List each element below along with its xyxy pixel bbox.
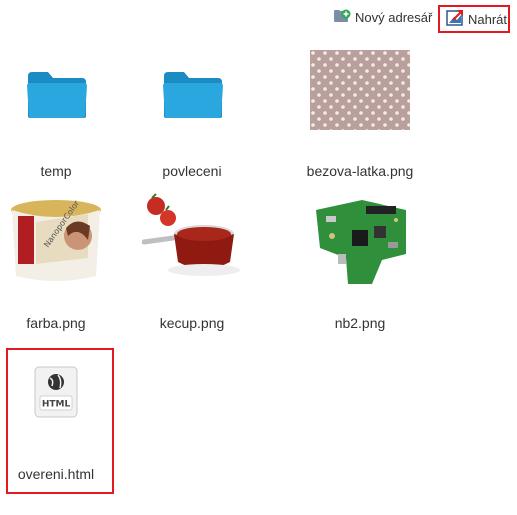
image-thumbnail: NanoporColor [8,196,104,287]
file-name: farba.png [26,315,86,331]
file-name: temp [40,163,72,179]
file-item-povleceni[interactable]: povleceni [122,50,262,190]
file-item-overeni[interactable]: HTML overeni.html [0,352,126,490]
folder-icon [162,70,224,125]
new-folder-label: Nový adresář [355,10,433,25]
file-name: overeni.html [17,466,95,482]
image-thumbnail [312,196,408,293]
file-item-temp[interactable]: temp [0,50,126,190]
file-item-kecup[interactable]: kecup.png [122,192,262,336]
html-file-icon: HTML [34,366,78,423]
upload-icon [446,9,464,30]
image-thumbnail [310,50,410,135]
image-thumbnail [141,192,242,293]
html-badge: HTML [42,400,71,410]
folder-add-icon [333,8,351,27]
file-name: nb2.png [334,315,386,331]
file-item-bezova-latka[interactable]: bezova-latka.png [290,50,430,190]
upload-button[interactable]: Nahrát [438,5,510,33]
file-name: povleceni [162,163,222,179]
upload-label: Nahrát [468,11,508,27]
file-name: bezova-latka.png [306,163,414,179]
file-item-nb2[interactable]: nb2.png [290,196,430,336]
file-item-farba[interactable]: NanoporColor farba.png [0,196,126,336]
new-folder-button[interactable]: Nový adresář [333,8,432,27]
folder-icon [26,70,88,125]
file-name: kecup.png [159,315,225,331]
